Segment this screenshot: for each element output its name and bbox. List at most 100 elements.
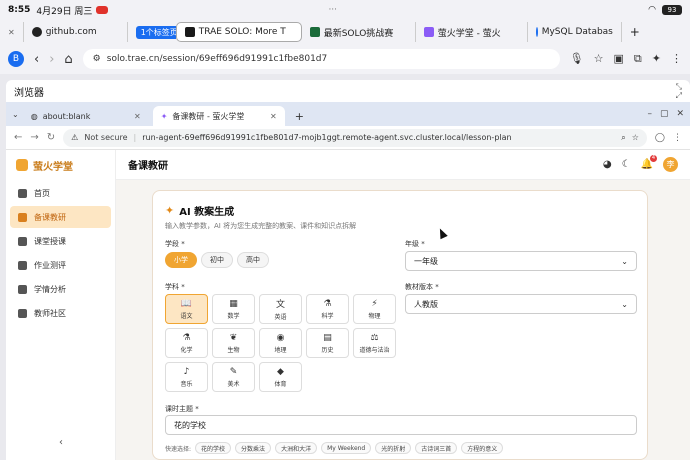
sidebar-item-home[interactable]: 首页: [10, 182, 111, 204]
forward-icon[interactable]: ›: [49, 52, 54, 67]
inner-forward-icon[interactable]: →: [30, 132, 38, 143]
inner-back-icon[interactable]: ←: [14, 132, 22, 143]
window-maximize-icon[interactable]: ▢: [660, 109, 669, 119]
stage-high[interactable]: 高中: [237, 252, 269, 268]
pen-icon: [18, 212, 27, 222]
collapse-sidebar-icon[interactable]: ‹: [6, 437, 116, 448]
window-minimize-icon[interactable]: –: [647, 109, 652, 119]
chevron-down-icon: ⌄: [621, 299, 628, 309]
outer-tab-count[interactable]: 1个标签页: [128, 22, 176, 42]
subject-label: 学科 *: [165, 283, 185, 291]
grade-label: 年级 *: [405, 240, 425, 248]
subject-morality-law[interactable]: ⚖ 道德与法治: [353, 328, 396, 358]
warning-icon: ⚠: [71, 133, 79, 142]
inner-more-icon[interactable]: ⋮: [673, 133, 682, 143]
sidebar: 萤火学堂 首页 备课教研 课堂授课 作业测评 学情分析 教师社区 ‹: [6, 150, 116, 460]
inner-url-field[interactable]: ⚠ Not secure | run-agent-69eff696d91991c…: [63, 128, 647, 147]
outer-tab-github[interactable]: github.com: [24, 22, 128, 42]
terminal-icon: [309, 27, 320, 37]
quick-chip[interactable]: My Weekend: [321, 442, 372, 454]
zoom-icon[interactable]: ⌕: [621, 133, 625, 143]
browser-window-title: 浏览器 ⤡ ⤢: [6, 80, 690, 102]
subject-art[interactable]: ✎ 美术: [212, 362, 255, 392]
subject-chemistry[interactable]: ⚗ 化学: [165, 328, 208, 358]
home-icon[interactable]: ⌂: [64, 52, 72, 67]
minimize-icon[interactable]: ⤡: [676, 82, 682, 91]
clock: 8:55: [8, 5, 31, 15]
sidebar-item-community[interactable]: 教师社区: [10, 302, 111, 324]
site-settings-icon[interactable]: ⚙: [93, 54, 101, 64]
quick-chip[interactable]: 分数乘法: [235, 442, 272, 454]
leaf-icon: ❦: [229, 332, 238, 343]
bell-icon[interactable]: 🔔 4: [641, 155, 657, 170]
outer-tab-close-icon[interactable]: ✕: [0, 22, 24, 42]
multitask-dots[interactable]: ···: [328, 5, 337, 15]
window-close-icon[interactable]: ✕: [676, 109, 684, 119]
quick-chip[interactable]: 光的折射: [375, 442, 412, 454]
subject-science[interactable]: ⚗ 科学: [306, 294, 349, 324]
user-avatar[interactable]: 李: [663, 157, 678, 172]
calculator-icon: ▦: [229, 298, 238, 309]
subject-math[interactable]: ▦ 数学: [212, 294, 255, 324]
bookmark-icon[interactable]: ☆: [632, 133, 639, 142]
quick-select-row: 快速选择: 花的学校 分数乘法 大洲和大洋 My Weekend 光的折射 古诗…: [165, 442, 504, 454]
profile-avatar[interactable]: B: [8, 51, 24, 67]
quick-chip[interactable]: 古诗词三首: [415, 442, 458, 454]
subject-pe[interactable]: ◆ 体育: [259, 362, 302, 392]
moon-icon[interactable]: ☾: [622, 159, 631, 170]
palette-icon[interactable]: ◕: [603, 159, 612, 170]
extension-icon[interactable]: ▣: [614, 52, 624, 66]
topic-input[interactable]: 花的学校: [165, 415, 637, 435]
subject-biology[interactable]: ❦ 生物: [212, 328, 255, 358]
stage-middle[interactable]: 初中: [201, 252, 233, 268]
subject-physics[interactable]: ⚡ 物理: [353, 294, 396, 324]
close-tab-icon[interactable]: ✕: [270, 112, 277, 121]
account-icon[interactable]: ◯: [655, 133, 665, 143]
sidebar-item-classroom[interactable]: 课堂授课: [10, 230, 111, 252]
expand-icon[interactable]: ⤢: [676, 91, 682, 100]
quick-chip[interactable]: 方程的意义: [461, 442, 504, 454]
new-tab-button[interactable]: +: [622, 22, 648, 42]
outer-tab-trae-solo[interactable]: TRAE SOLO: More T: [175, 22, 302, 42]
tab-list-chevron-icon[interactable]: ⌄: [12, 110, 19, 119]
inner-new-tab-button[interactable]: +: [289, 106, 310, 126]
mic-icon[interactable]: 🎙: [570, 52, 584, 66]
reload-icon[interactable]: ↻: [47, 132, 55, 143]
gemini-icon[interactable]: ✦: [652, 52, 661, 66]
topic-label: 课时主题 *: [165, 405, 199, 413]
status-bar: 8:55 4月29日 周三 ··· ◠ 93: [0, 0, 690, 20]
subject-grid: 📖 语文 ▦ 数学 文英语 ⚗ 科学 ⚡ 物理 ⚗ 化学 ❦ 生物 ◉ 地理 ▤ 历史 ⚖ 道德与…: [165, 294, 396, 392]
subject-music[interactable]: ♪ 音乐: [165, 362, 208, 392]
stage-label: 学段 *: [165, 240, 185, 248]
date: 4月29日 周三: [36, 6, 93, 17]
outer-tab-bar: ✕ github.com 1个标签页 TRAE SOLO: More T 最新S…: [0, 20, 690, 44]
tab-count-icon[interactable]: ⧉: [634, 52, 642, 66]
outer-tab-yinghuo[interactable]: 萤火学堂 - 萤火: [416, 22, 528, 42]
outer-tab-mysql[interactable]: MySQL Databas: [528, 22, 622, 42]
inner-tab-lesson-plan[interactable]: ✦ 备课教研 - 萤火学堂 ✕: [152, 106, 285, 126]
stage-primary[interactable]: 小学: [165, 252, 197, 268]
loading-icon: [535, 27, 538, 37]
outer-url-field[interactable]: ⚙ solo.trae.cn/session/69eff696d91991c1f…: [82, 49, 560, 69]
subject-chinese[interactable]: 📖 语文: [165, 294, 208, 324]
quick-chip[interactable]: 大洲和大洋: [275, 442, 318, 454]
edition-select[interactable]: 人教版 ⌄: [405, 294, 637, 314]
close-tab-icon[interactable]: ✕: [134, 112, 141, 121]
grade-select[interactable]: 一年级 ⌄: [405, 251, 637, 271]
app-root: 萤火学堂 首页 备课教研 课堂授课 作业测评 学情分析 教师社区 ‹ 备课教研: [6, 150, 690, 460]
subject-history[interactable]: ▤ 历史: [306, 328, 349, 358]
palette-icon: ✎: [229, 366, 238, 377]
chevron-down-icon: ⌄: [621, 256, 628, 266]
sidebar-item-homework[interactable]: 作业测评: [10, 254, 111, 276]
quick-chip[interactable]: 花的学校: [195, 442, 232, 454]
sidebar-item-lesson-prep[interactable]: 备课教研: [10, 206, 111, 228]
subject-english[interactable]: 文英语: [259, 294, 302, 324]
inner-tab-about-blank[interactable]: ◍ about:blank ✕: [23, 106, 149, 126]
bookmark-star-icon[interactable]: ☆: [594, 52, 604, 66]
sidebar-item-analytics[interactable]: 学情分析: [10, 278, 111, 300]
brand[interactable]: 萤火学堂: [6, 150, 115, 180]
subject-geography[interactable]: ◉ 地理: [259, 328, 302, 358]
back-icon[interactable]: ‹: [34, 52, 39, 67]
more-menu-icon[interactable]: ⋮: [671, 52, 682, 66]
outer-tab-solo-challenge[interactable]: 最新SOLO挑战赛: [302, 22, 416, 42]
